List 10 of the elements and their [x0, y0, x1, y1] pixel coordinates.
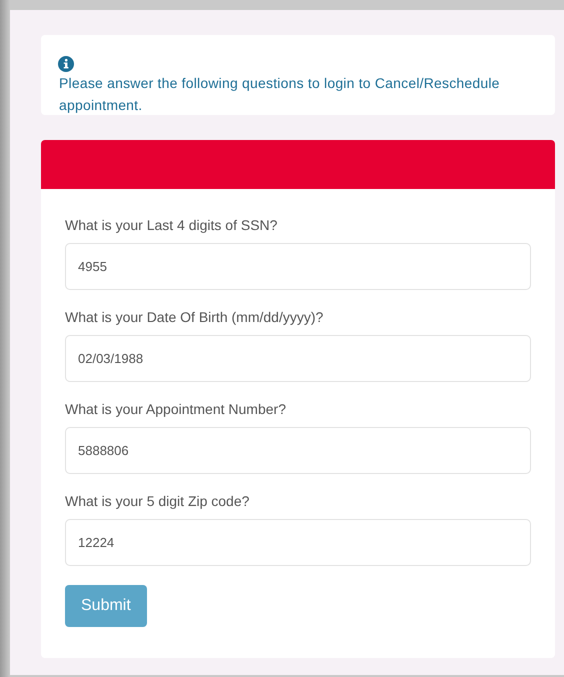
input-field[interactable]: 5888806 — [65, 427, 531, 474]
question-label: What is your Date Of Birth (mm/dd/yyyy)? — [65, 309, 324, 325]
input-field[interactable]: 4955 — [65, 243, 531, 290]
question-label: What is your Last 4 digits of SSN? — [65, 217, 278, 233]
input-field[interactable]: 02/03/1988 — [65, 335, 531, 382]
notice-text: Please answer the following questions to login to Cancel/Reschedule appointment. — [59, 74, 501, 115]
question-label: What is your Appointment Number? — [65, 401, 286, 417]
info-icon — [58, 56, 74, 72]
question-label: What is your 5 digit Zip code? — [65, 493, 250, 509]
input-field[interactable]: 12224 — [65, 519, 531, 566]
